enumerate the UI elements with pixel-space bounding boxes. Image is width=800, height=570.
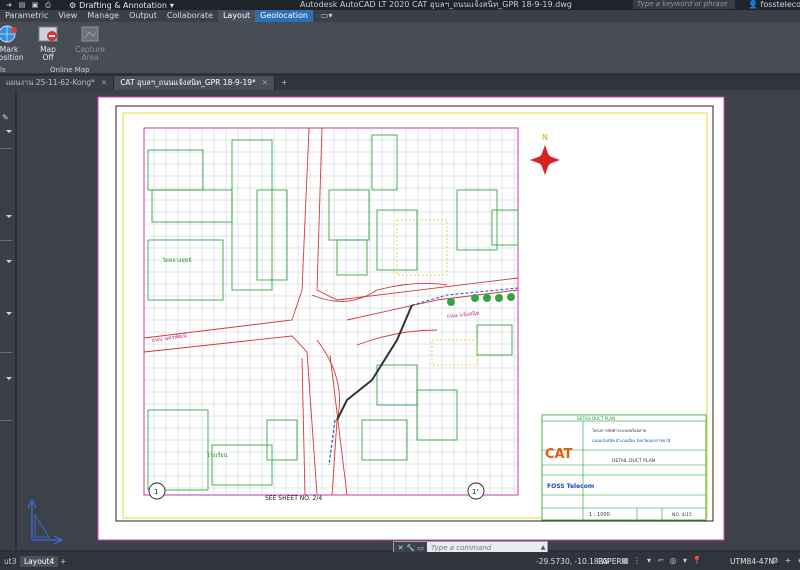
drawing-canvas[interactable]: N ถนน นครพัฒน์ ถนน แจ้งสนิท วัดหลวงสุทธิ… (17, 90, 800, 550)
ortho-icon[interactable]: ⌐ (656, 555, 666, 566)
open-icon[interactable]: ▤ (17, 1, 27, 9)
mark-position-label: Mark Position (0, 45, 24, 62)
chevron-down-icon[interactable] (6, 130, 12, 133)
add-layout-button[interactable]: + (56, 556, 70, 567)
doc-tab-label: แผนงาน 25-11-62-Kong* (6, 78, 95, 87)
panel-label-online-map: Online Map (50, 66, 90, 74)
status-bar: ut3 Layout4 + -29.5730, -10.1833 PAPER ▦… (0, 552, 800, 570)
close-icon[interactable]: ✕ (396, 543, 405, 553)
project-line-1: โครงการจัดทำระบบท่อร้อยสาย (592, 428, 646, 433)
divider (0, 352, 12, 353)
left-palette: ✎ (0, 90, 16, 550)
detail-label: DETAIL DUCT PLAN (612, 458, 655, 464)
title-bar: ➜ ▤ ▣ ⎙ ⚙ Drafting & Annotation ▾ Autode… (0, 0, 800, 10)
new-tab-button[interactable]: + (275, 76, 293, 90)
map-off-button[interactable]: Map Off (34, 24, 62, 62)
close-icon[interactable]: ✕ (101, 76, 107, 90)
divider (0, 240, 12, 241)
close-icon[interactable]: ✕ (262, 76, 268, 90)
doc-tab-cat[interactable]: CAT อุบลฯ_ถนนแจ้งสนิท_GPR 18-9-19* ✕ (114, 76, 276, 90)
chevron-down-icon: ▾ (169, 0, 174, 10)
tab-manage[interactable]: Manage (82, 10, 124, 22)
user-account[interactable]: 👤 fosstelecom-... (748, 0, 800, 10)
workspace-switcher[interactable]: ⚙ Drafting & Annotation ▾ (69, 1, 174, 10)
user-icon: 👤 (748, 0, 758, 9)
chevron-down-icon[interactable] (6, 260, 12, 263)
status-toggles: ▦ ⋮ ▾ ⌐ ◎ ▾ 📍 (620, 555, 702, 566)
polar-icon[interactable]: ◎ (668, 555, 678, 566)
palette-toggle[interactable]: ✎ (0, 113, 16, 123)
coordinate-system[interactable]: UTM84-47N (730, 556, 774, 567)
chevron-down-icon[interactable] (6, 312, 12, 315)
plus-icon[interactable]: + (783, 555, 793, 566)
chevron-down-icon[interactable]: ▾ (680, 555, 690, 566)
settings-icon[interactable]: 🔧 (406, 543, 415, 553)
tab-geolocation[interactable]: Geolocation (255, 10, 313, 22)
capture-area-label: Capture Area (75, 45, 105, 62)
see-sheet-label: SEE SHEET NO. 2/4 (265, 495, 322, 502)
layout-tab-ut3[interactable]: ut3 (0, 556, 20, 567)
snap-icon[interactable]: ⋮ (632, 555, 642, 566)
tab-output[interactable]: Output (124, 10, 162, 22)
titleblock-header: DETAIL DUCT PLAN (577, 416, 615, 421)
status-right-tools: ⚙ + ≡ (770, 555, 800, 566)
grid-icon[interactable]: ▦ (620, 555, 630, 566)
ucs-icon (27, 499, 63, 545)
scale-label: 1 : 1000 (589, 512, 610, 518)
ribbon-panel: Mark Position Map Off Capture Area ls On… (0, 22, 800, 74)
paper-sheet: N ถนน นครพัฒน์ ถนน แจ้งสนิท วัดหลวงสุทธิ… (27, 96, 725, 545)
gear-icon: ⚙ (69, 0, 77, 10)
search-input[interactable]: Type a keyword or phrase (633, 0, 735, 9)
panel-label-tools: ls (0, 66, 6, 74)
divider (0, 420, 12, 421)
ribbon-options-button[interactable]: ▭▾ (313, 10, 341, 22)
map-off-label: Map Off (40, 45, 56, 62)
location-pin-icon[interactable]: 📍 (692, 555, 702, 566)
doc-tab-plan[interactable]: แผนงาน 25-11-62-Kong* ✕ (0, 76, 115, 90)
north-label: N (542, 133, 548, 142)
mark-position-button[interactable]: Mark Position (0, 24, 24, 62)
doc-tab-label: CAT อุบลฯ_ถนนแจ้งสนิท_GPR 18-9-19* (120, 78, 256, 87)
sheet-number: NO. 4/15 (672, 512, 692, 518)
layout-tab-layout4[interactable]: Layout4 (20, 556, 59, 567)
chevron-down-icon[interactable] (6, 377, 12, 380)
document-tabs: แผนงาน 25-11-62-Kong* ✕ CAT อุบลฯ_ถนนแจ้… (0, 76, 800, 90)
space-toggle[interactable]: PAPER (598, 556, 622, 567)
chevron-down-icon[interactable] (6, 215, 12, 218)
foss-logo: FOSS Telecom (547, 483, 594, 490)
globe-pin-icon (0, 25, 17, 43)
map-off-icon (38, 26, 58, 42)
quick-access-toolbar: ➜ ▤ ▣ ⎙ (0, 1, 53, 10)
chevron-up-icon[interactable]: ▲ (539, 544, 547, 551)
section-marker-right-label: 1' (472, 488, 478, 496)
chevron-down-icon[interactable]: ▾ (644, 555, 654, 566)
tab-collaborate[interactable]: Collaborate (162, 10, 218, 22)
save-icon[interactable]: ▣ (30, 1, 40, 9)
temple-label: วัดหลวงสุทธิ (162, 257, 192, 264)
capture-area-button[interactable]: Capture Area (75, 24, 105, 62)
menu-icon[interactable]: ≡ (796, 555, 800, 566)
section-marker-left-label: 1 (154, 488, 158, 496)
print-icon[interactable]: ⎙ (43, 1, 53, 9)
workspace-icon[interactable]: ⚙ (770, 555, 780, 566)
tab-parametric[interactable]: Parametric (0, 10, 53, 22)
command-icon[interactable]: ▭ (416, 543, 425, 553)
ribbon-tabs: Parametric View Manage Output Collaborat… (0, 10, 800, 22)
tab-view[interactable]: View (53, 10, 82, 22)
capture-area-icon (81, 26, 99, 42)
workspace-label: Drafting & Annotation (79, 0, 167, 10)
arrow-icon[interactable]: ➜ (4, 1, 14, 9)
window-title: Autodesk AutoCAD LT 2020 CAT อุบลฯ_ถนนแจ… (300, 0, 572, 9)
cat-logo: CAT (545, 447, 573, 462)
divider (0, 148, 12, 149)
pen-icon: ✎ (2, 113, 9, 122)
tab-layout[interactable]: Layout (217, 10, 256, 22)
user-name: fosstelecom-... (760, 0, 800, 9)
school-label: โรงเรียน (207, 451, 228, 459)
